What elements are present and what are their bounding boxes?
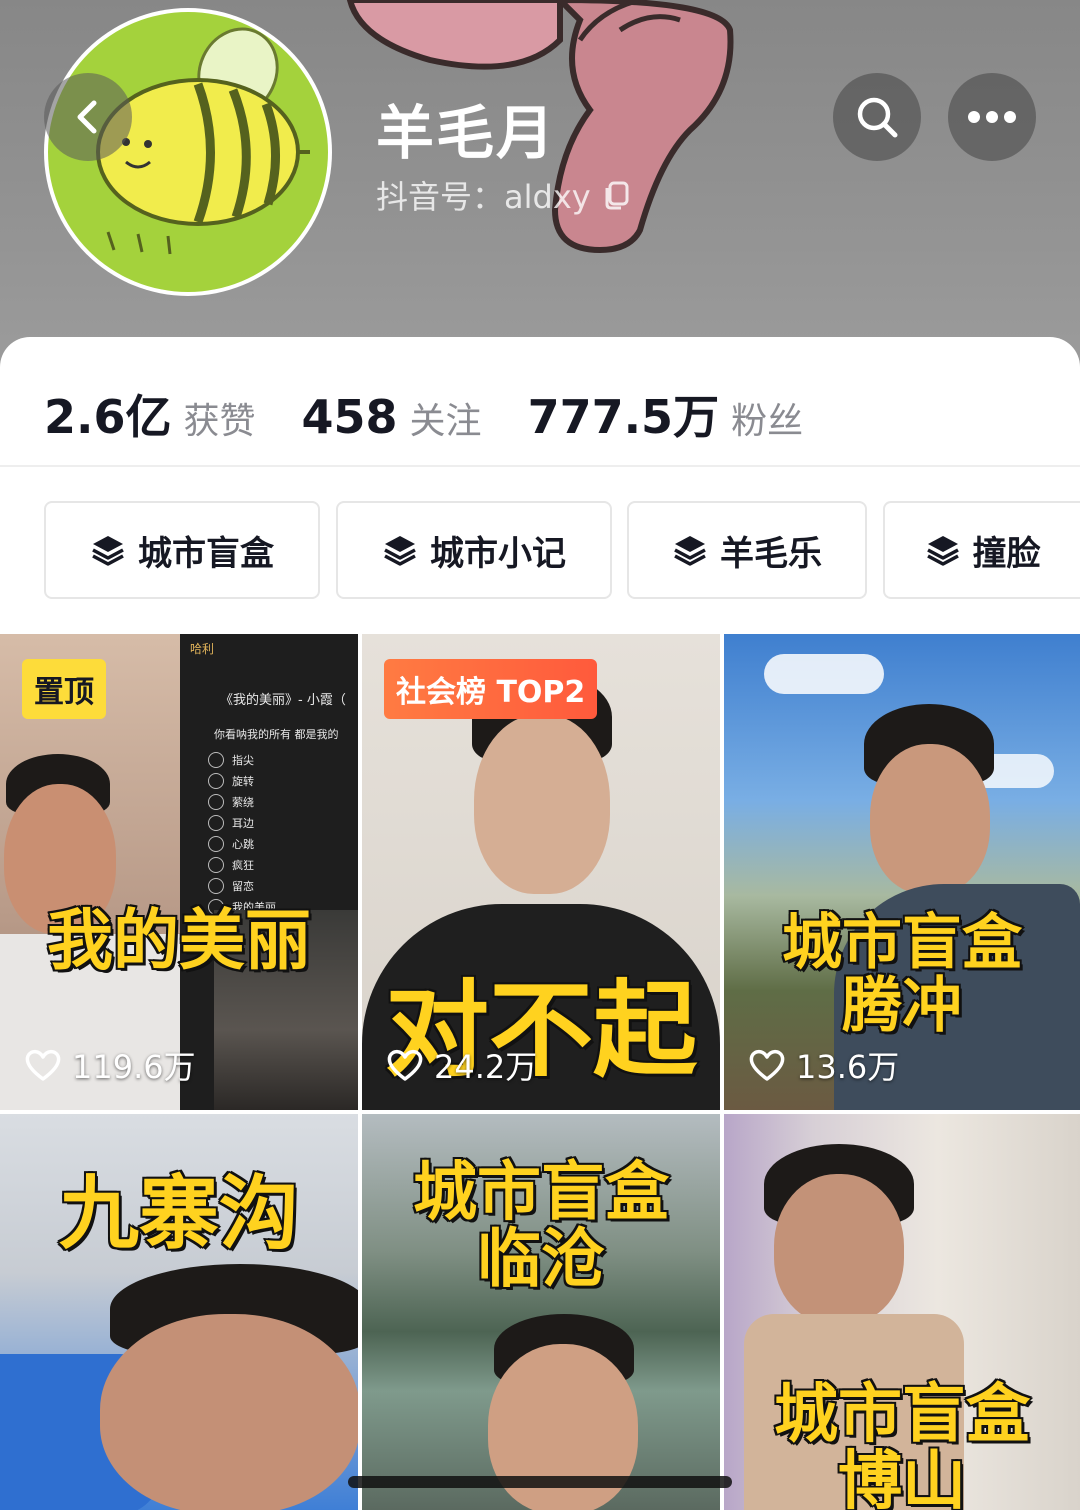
- profile-name: 羊毛月: [376, 99, 557, 167]
- video-tile[interactable]: 社会榜 TOP2 对不起 24.2万: [362, 634, 720, 1110]
- chip-label: 城市小记: [430, 533, 566, 574]
- like-count: 13.6万: [748, 1042, 899, 1088]
- layers-icon: [674, 536, 706, 566]
- heart-icon: [749, 1049, 785, 1081]
- lyric-item: 指尖: [208, 752, 348, 768]
- copy-icon[interactable]: [601, 180, 631, 210]
- like-count-text: 24.2万: [434, 1048, 538, 1086]
- stat-followers[interactable]: 777.5万 粉丝: [528, 381, 804, 447]
- video-title: 城市盲盒 腾冲: [724, 908, 1080, 1041]
- like-count: 24.2万: [386, 1042, 537, 1088]
- chip-label: 城市盲盒: [138, 533, 274, 574]
- stat-following[interactable]: 458 关注: [302, 390, 482, 444]
- layers-icon: [926, 536, 959, 566]
- collection-chip-city-blind-box[interactable]: 城市盲盒: [44, 501, 320, 599]
- chip-label: 撞脸: [972, 533, 1041, 574]
- lyric-item: 疯狂: [208, 857, 348, 873]
- video-title-line: 城市盲盒: [773, 1378, 1032, 1452]
- back-button[interactable]: [44, 73, 132, 161]
- video-title: 九寨沟: [58, 1167, 301, 1260]
- heart-icon: [25, 1049, 61, 1081]
- lyric-item: 萦绕: [208, 794, 348, 810]
- lyric-item: 心跳: [208, 836, 348, 852]
- stat-likes[interactable]: 2.6亿 获赞: [44, 381, 256, 447]
- lyrics-back-link: 哈利: [190, 642, 215, 656]
- heart-icon: [387, 1049, 423, 1081]
- stats-row: 2.6亿 获赞 458 关注 777.5万 粉丝: [44, 381, 849, 447]
- chevron-left-icon: [77, 100, 97, 134]
- video-tile[interactable]: 城市盲盒 腾冲 13.6万: [724, 634, 1080, 1110]
- like-count-text: 119.6万: [72, 1048, 196, 1086]
- stat-value: 458: [301, 390, 398, 444]
- video-title-line: 城市盲盒: [781, 908, 1024, 978]
- video-title: 城市盲盒 博山: [724, 1378, 1080, 1510]
- stat-value: 2.6亿: [44, 390, 172, 444]
- collection-chip-city-notes[interactable]: 城市小记: [336, 501, 612, 599]
- profile-header: 羊毛月 抖音号：aldxy: [0, 0, 1080, 380]
- like-count: 119.6万: [24, 1042, 196, 1088]
- lyric-item: 耳边: [208, 815, 348, 831]
- collection-chip-yangmaole[interactable]: 羊毛乐: [627, 501, 867, 599]
- pinned-badge: 置顶: [22, 659, 106, 719]
- lyrics-song-title: 《我的美丽》- 小霞（: [220, 693, 346, 708]
- lyric-item: 旋转: [208, 773, 348, 789]
- stat-value: 777.5万: [527, 390, 720, 444]
- video-tile[interactable]: 哈利 《我的美丽》- 小霞（ 你看呐我的所有 都是我的 指尖 旋转 萦绕 耳边 …: [0, 634, 358, 1110]
- video-title-line: 城市盲盒: [412, 1156, 671, 1230]
- video-grid: 哈利 《我的美丽》- 小霞（ 你看呐我的所有 都是我的 指尖 旋转 萦绕 耳边 …: [0, 634, 1080, 1510]
- layers-icon: [384, 536, 416, 566]
- stat-label: 关注: [409, 401, 482, 442]
- video-title: 我的美丽: [46, 902, 313, 979]
- lyrics-line: 你看呐我的所有 都是我的: [214, 728, 339, 741]
- video-tile[interactable]: 九寨沟: [0, 1114, 358, 1510]
- rank-badge: 社会榜 TOP2: [384, 659, 598, 719]
- lyric-item: 留恋: [208, 878, 348, 894]
- like-count-text: 13.6万: [796, 1048, 900, 1086]
- video-title: 城市盲盒 临沧: [362, 1156, 720, 1298]
- video-tile[interactable]: 城市盲盒 博山: [724, 1114, 1080, 1510]
- search-button[interactable]: [833, 73, 921, 161]
- chip-label: 羊毛乐: [720, 533, 822, 574]
- layers-icon: [92, 536, 124, 566]
- douyin-id: 抖音号：aldxy: [376, 172, 631, 218]
- video-title-line: 博山: [837, 1445, 968, 1510]
- divider: [0, 465, 1080, 467]
- video-tile[interactable]: 城市盲盒 临沧: [362, 1114, 720, 1510]
- search-icon: [857, 97, 898, 138]
- video-title-line: 临沧: [476, 1223, 607, 1298]
- more-dots-icon: [968, 111, 1016, 123]
- home-indicator[interactable]: [348, 1476, 732, 1488]
- lyrics-panel: 哈利 《我的美丽》- 小霞（ 你看呐我的所有 都是我的 指尖 旋转 萦绕 耳边 …: [180, 634, 358, 1110]
- stat-label: 获赞: [183, 401, 256, 442]
- douyin-id-text: 抖音号：aldxy: [376, 178, 591, 216]
- more-button[interactable]: [948, 73, 1036, 161]
- video-title-line: 腾冲: [841, 971, 964, 1041]
- stat-label: 粉丝: [731, 401, 804, 442]
- collection-chips: 城市盲盒 城市小记 羊毛乐 撞脸: [0, 501, 1080, 601]
- collection-chip-lookalike[interactable]: 撞脸: [883, 501, 1080, 599]
